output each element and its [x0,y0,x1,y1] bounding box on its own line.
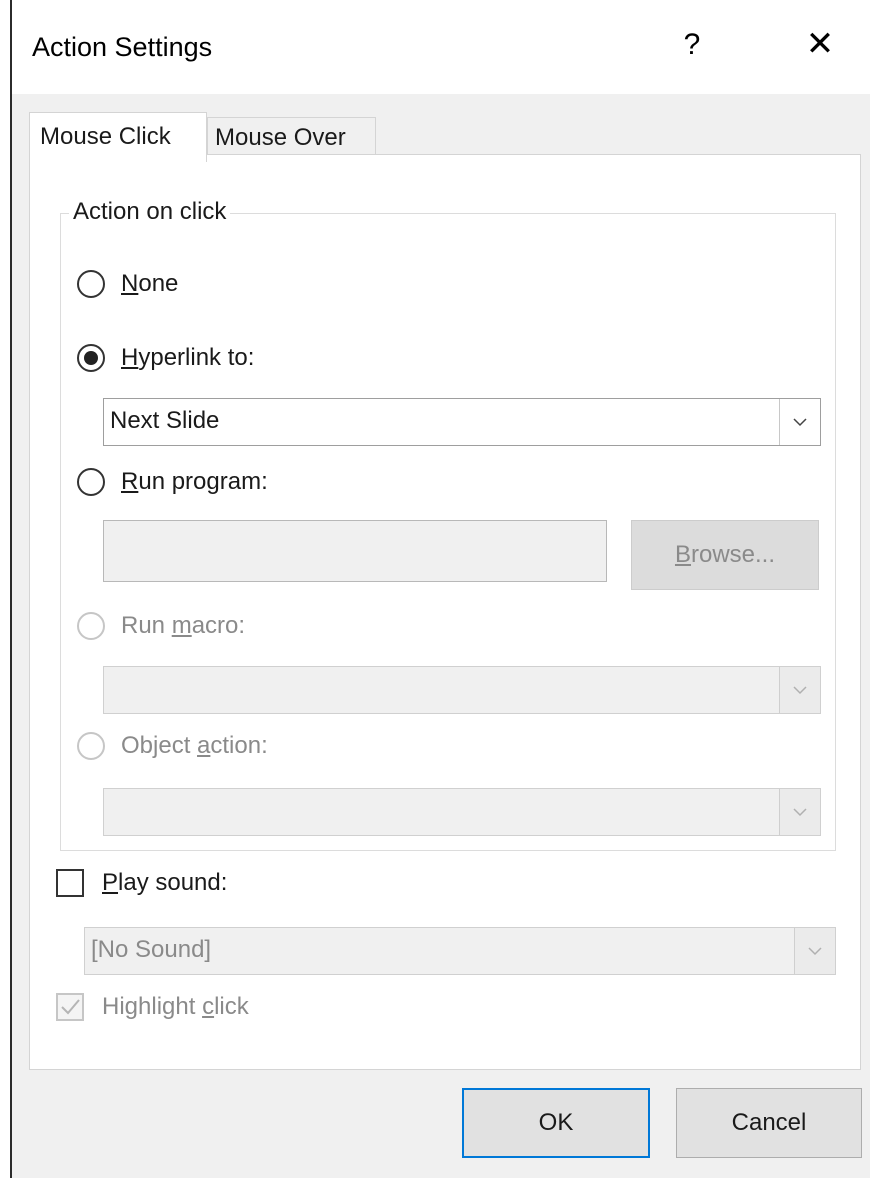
close-button[interactable]: ✕ [802,26,838,62]
radio-object-action-indicator[interactable] [77,732,105,760]
hyperlink-select[interactable]: Next Slide [103,398,821,446]
chevron-down-icon[interactable] [779,399,820,445]
highlight-click-checkbox-box[interactable] [56,993,84,1021]
play-sound-checkbox[interactable]: Play sound: [56,869,227,897]
sound-select[interactable]: [No Sound] [84,927,836,975]
browse-button[interactable]: Browse... [631,520,819,590]
hyperlink-select-value: Next Slide [110,407,220,434]
help-button[interactable]: ? [677,28,707,62]
tab-mouse-click[interactable]: Mouse Click [29,112,207,162]
radio-run-macro-indicator[interactable] [77,612,105,640]
chevron-down-icon[interactable] [794,928,835,974]
radio-hyperlink-label: Hyperlink to: [121,344,255,371]
tab-mouse-click-label: Mouse Click [40,123,171,150]
ok-button[interactable]: OK [462,1088,650,1158]
highlight-click-label: Highlight click [102,993,249,1020]
browse-button-label: Browse... [674,541,776,568]
highlight-click-checkbox[interactable]: Highlight click [56,993,249,1021]
radio-run-program-indicator[interactable] [77,468,105,496]
program-path-input[interactable] [103,520,607,582]
object-action-select[interactable] [103,788,821,836]
tab-panel: Action on click None Hyperlink to: Next … [29,154,861,1070]
radio-none-indicator[interactable] [77,270,105,298]
radio-run-macro[interactable]: Run macro: [77,608,245,644]
radio-hyperlink-indicator[interactable] [77,344,105,372]
chevron-down-icon[interactable] [779,667,820,713]
dialog-title: Action Settings [32,32,213,62]
action-group: Action on click None Hyperlink to: Next … [60,198,836,851]
radio-none[interactable]: None [77,266,178,302]
radio-run-program[interactable]: Run program: [77,464,268,500]
checkmark-icon [61,999,80,1015]
action-settings-dialog: Action Settings ? ✕ Mouse Click Mouse Ov… [10,0,870,1178]
sound-select-value: [No Sound] [91,936,212,963]
title-bar: Action Settings ? ✕ [12,0,870,94]
radio-object-action[interactable]: Object action: [77,728,268,764]
tab-mouse-over-label: Mouse Over [215,124,346,151]
macro-select[interactable] [103,666,821,714]
tab-mouse-over[interactable]: Mouse Over [207,117,376,157]
action-group-legend: Action on click [69,198,231,226]
play-sound-label: Play sound: [102,869,228,896]
radio-hyperlink[interactable]: Hyperlink to: [77,340,254,376]
play-sound-checkbox-box[interactable] [56,869,84,897]
cancel-button[interactable]: Cancel [676,1088,862,1158]
close-icon: ✕ [805,25,835,63]
radio-run-macro-label: Run macro: [121,612,246,639]
chevron-down-icon[interactable] [779,789,820,835]
radio-none-label: None [121,270,179,297]
radio-run-program-label: Run program: [121,468,268,495]
radio-object-action-label: Object action: [121,732,268,759]
